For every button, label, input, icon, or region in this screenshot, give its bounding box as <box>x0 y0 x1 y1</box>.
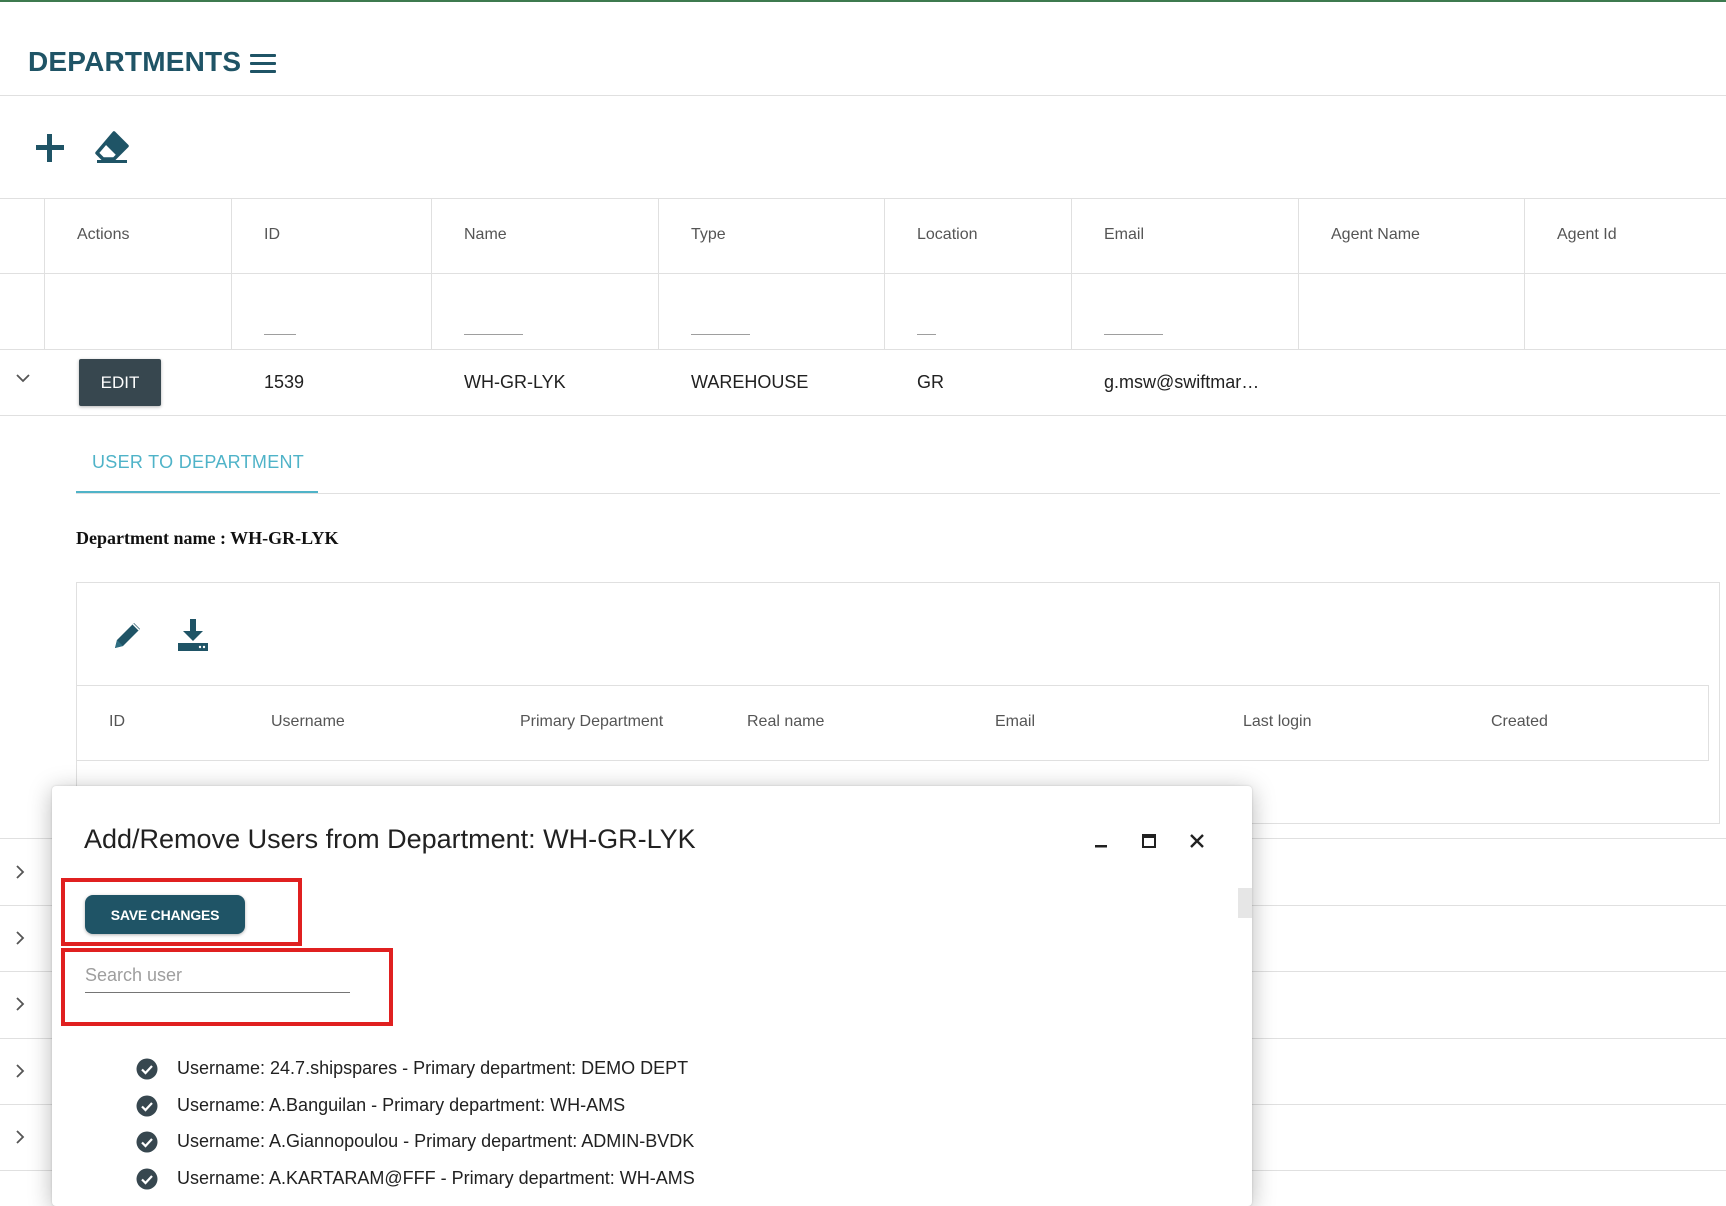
eraser-icon[interactable] <box>94 130 130 164</box>
dialog-scrollbar[interactable] <box>1238 888 1252 918</box>
column-header-created[interactable]: Created <box>1491 713 1548 731</box>
column-header-primary-department[interactable]: Primary Department <box>520 713 663 731</box>
header-divider <box>0 95 1726 96</box>
filter-id-input[interactable] <box>264 334 296 335</box>
user-item-label: Username: A.KARTARAM@FFF - Primary depar… <box>177 1168 695 1188</box>
pencil-icon[interactable] <box>111 618 145 652</box>
column-header-real-name[interactable]: Real name <box>747 713 824 731</box>
table-row: EDIT 1539 WH-GR-LYK WAREHOUSE GR g.msw@s… <box>0 350 1726 416</box>
column-header-type[interactable]: Type <box>691 226 726 244</box>
check-circle-icon[interactable] <box>136 1131 158 1153</box>
tab-divider <box>76 493 1720 494</box>
add-icon[interactable] <box>34 132 66 164</box>
column-header-username[interactable]: Username <box>271 713 345 731</box>
user-item-label: Username: 24.7.shipspares - Primary depa… <box>177 1058 689 1078</box>
filter-location-input[interactable] <box>917 334 936 335</box>
column-header-last-login[interactable]: Last login <box>1243 713 1312 731</box>
check-circle-icon[interactable] <box>136 1095 158 1117</box>
menu-icon[interactable] <box>250 54 276 74</box>
tab-user-to-department[interactable]: USER TO DEPARTMENT <box>76 426 318 494</box>
tab-label: USER TO DEPARTMENT <box>92 452 305 472</box>
row-id: 1539 <box>264 372 305 392</box>
column-header-id[interactable]: ID <box>264 226 280 244</box>
dialog-title: Add/Remove Users from Department: WH-GR-… <box>84 824 696 854</box>
download-icon[interactable] <box>176 617 210 653</box>
edit-button[interactable]: EDIT <box>79 359 161 406</box>
chevron-right-icon[interactable] <box>16 931 26 945</box>
row-type: WAREHOUSE <box>691 372 809 392</box>
column-header-actions[interactable]: Actions <box>77 226 129 244</box>
users-grid-header: ID Username Primary Department Real name… <box>77 685 1709 761</box>
column-header-agent-id[interactable]: Agent Id <box>1557 226 1617 244</box>
filter-name-input[interactable] <box>464 334 523 335</box>
chevron-right-icon[interactable] <box>16 1064 26 1078</box>
row-name: WH-GR-LYK <box>464 372 566 392</box>
minimize-icon[interactable] <box>1090 830 1112 852</box>
row-location: GR <box>917 372 944 392</box>
chevron-down-icon[interactable] <box>16 374 30 384</box>
maximize-icon[interactable] <box>1138 830 1160 852</box>
add-remove-users-dialog: Add/Remove Users from Department: WH-GR-… <box>52 786 1252 1206</box>
column-header-user-email[interactable]: Email <box>995 713 1035 731</box>
close-icon[interactable] <box>1186 830 1208 852</box>
grid-header: Actions ID Name Type Location Email Agen… <box>0 198 1726 274</box>
filter-email-input[interactable] <box>1104 334 1163 335</box>
column-header-agent-name[interactable]: Agent Name <box>1331 226 1420 244</box>
chevron-right-icon[interactable] <box>16 1130 26 1144</box>
page-title: DEPARTMENTS <box>28 46 242 77</box>
search-user-input[interactable] <box>85 958 350 993</box>
check-circle-icon[interactable] <box>136 1058 158 1080</box>
column-header-location[interactable]: Location <box>917 226 978 244</box>
chevron-right-icon[interactable] <box>16 865 26 879</box>
chevron-right-icon[interactable] <box>16 997 26 1011</box>
user-item-label: Username: A.Giannopoulou - Primary depar… <box>177 1131 695 1151</box>
filter-type-input[interactable] <box>691 334 750 335</box>
column-header-email[interactable]: Email <box>1104 226 1144 244</box>
column-header-name[interactable]: Name <box>464 226 507 244</box>
department-name: Department name : WH-GR-LYK <box>76 528 339 548</box>
save-changes-button[interactable]: SAVE CHANGES <box>85 895 245 934</box>
column-header-user-id[interactable]: ID <box>109 713 125 731</box>
check-circle-icon[interactable] <box>136 1168 158 1190</box>
user-item-label: Username: A.Banguilan - Primary departme… <box>177 1095 626 1115</box>
row-email: g.msw@swiftmar… <box>1104 372 1260 392</box>
users-grid-scrollbar[interactable] <box>1708 685 1719 761</box>
filter-row <box>0 274 1726 350</box>
